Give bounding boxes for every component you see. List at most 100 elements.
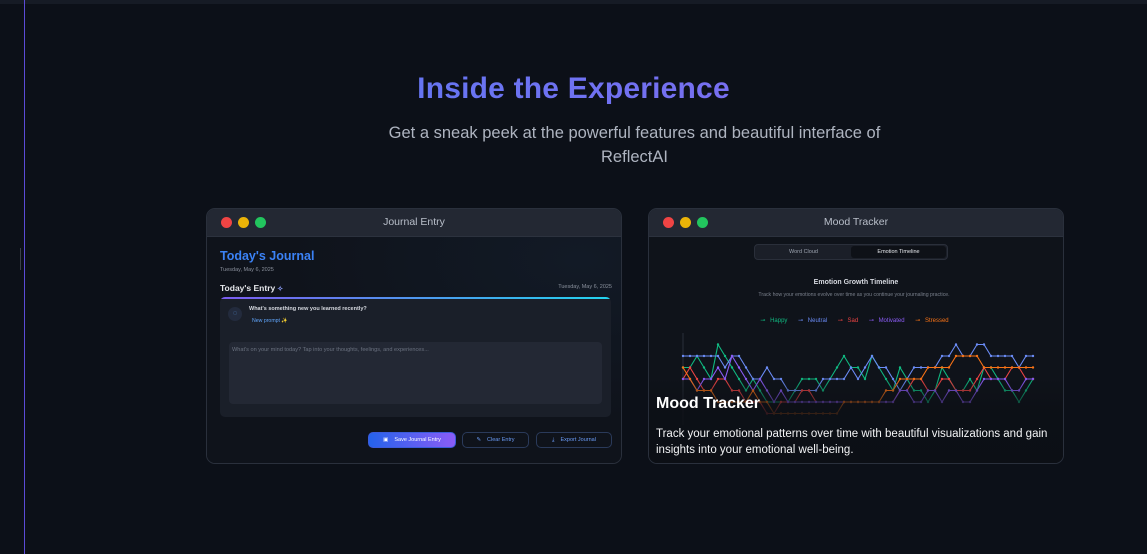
point-neutral-49 xyxy=(1024,354,1028,358)
point-stressed-37 xyxy=(940,366,944,369)
point-neutral-6 xyxy=(723,366,727,369)
point-neutral-33 xyxy=(912,366,916,369)
journal-body: Today's Journal Tuesday, May 6, 2025 Tod… xyxy=(207,237,621,463)
point-stressed-49 xyxy=(1024,366,1028,369)
point-happy-3 xyxy=(702,366,706,369)
point-neutral-29 xyxy=(884,366,888,369)
tab-emotion-timeline[interactable]: Emotion Timeline xyxy=(851,246,946,258)
point-neutral-39 xyxy=(954,343,958,346)
point-neutral-27 xyxy=(870,354,874,358)
legend-neutral[interactable]: ⊸ Neutral xyxy=(798,318,830,324)
point-stressed-0 xyxy=(681,366,685,369)
entry-date: Tuesday, May 6, 2025 xyxy=(558,284,612,290)
point-stressed-48 xyxy=(1017,366,1021,369)
card-gradient-bar xyxy=(220,297,611,299)
point-stressed-50 xyxy=(1031,366,1035,369)
point-neutral-0 xyxy=(681,354,685,358)
point-neutral-50 xyxy=(1031,354,1035,358)
mood-window-title: Mood Tracker xyxy=(823,216,889,228)
export-label: Export Journal xyxy=(560,437,596,443)
point-neutral-24 xyxy=(849,366,853,369)
new-prompt-link[interactable]: New prompt ✨ xyxy=(252,318,288,324)
point-neutral-12 xyxy=(765,366,769,369)
point-neutral-44 xyxy=(989,354,993,358)
pencil-icon: ✎ xyxy=(476,437,482,443)
point-neutral-47 xyxy=(1010,354,1014,358)
overlay-title: Mood Tracker xyxy=(656,395,761,412)
save-icon: ▣ xyxy=(383,437,389,443)
chart-title: Emotion Growth Timeline xyxy=(813,279,899,286)
legend-happy-label: Happy xyxy=(770,318,788,324)
save-label: Save Journal Entry xyxy=(394,437,441,443)
point-neutral-8 xyxy=(737,354,741,358)
legend-stressed[interactable]: ⊸ Stressed xyxy=(915,318,951,324)
point-sad-1 xyxy=(688,366,692,369)
point-happy-6 xyxy=(723,354,727,358)
journal-date: Tuesday, May 6, 2025 xyxy=(220,267,274,273)
entry-title: Today's Entry ✧ xyxy=(220,283,283,293)
legend-happy[interactable]: ⊸ Happy xyxy=(760,318,790,324)
journal-window: Journal Entry Today's Journal Tuesday, M… xyxy=(206,208,622,464)
point-happy-22 xyxy=(835,366,839,369)
download-icon: ⤓ xyxy=(552,437,555,443)
point-happy-25 xyxy=(856,366,860,369)
point-happy-7 xyxy=(730,366,734,369)
save-journal-button[interactable]: ▣ Save Journal Entry xyxy=(368,432,456,448)
point-stressed-40 xyxy=(961,354,965,358)
point-neutral-3 xyxy=(702,354,706,358)
point-neutral-2 xyxy=(695,354,699,358)
point-motivated-5 xyxy=(716,366,720,369)
entry-title-text: Today's Entry xyxy=(220,283,276,293)
point-happy-23 xyxy=(842,354,846,358)
entry-card: ◌ What's something new you learned recen… xyxy=(220,297,611,417)
top-bar xyxy=(0,0,1147,4)
resize-handle[interactable] xyxy=(20,248,21,270)
journal-window-title: Journal Entry xyxy=(383,216,445,228)
point-stressed-43 xyxy=(982,366,986,369)
point-neutral-26 xyxy=(863,366,867,369)
legend-motivated-label: Motivated xyxy=(878,318,905,324)
point-stressed-41 xyxy=(968,354,972,358)
point-neutral-28 xyxy=(877,366,881,369)
point-stressed-44 xyxy=(989,366,993,369)
mood-window: Mood Tracker Word Cloud Emotion Timeline… xyxy=(648,208,1064,464)
legend-sad-label: Sad xyxy=(847,318,859,324)
clear-label: Clear Entry xyxy=(487,437,515,443)
point-neutral-4 xyxy=(709,354,713,358)
point-stressed-38 xyxy=(947,366,951,369)
point-neutral-46 xyxy=(1003,354,1007,358)
export-journal-button[interactable]: ⤓ Export Journal xyxy=(536,432,612,448)
point-stressed-42 xyxy=(975,354,979,358)
point-stressed-39 xyxy=(954,354,958,358)
prompt-question: What's something new you learned recentl… xyxy=(249,306,367,312)
lightbulb-icon: ◌ xyxy=(228,307,242,321)
legend-sad[interactable]: ⊸ Sad xyxy=(838,318,861,324)
legend-motivated[interactable]: ⊸ Motivated xyxy=(869,318,908,324)
sparkle-icon: ✧ xyxy=(277,286,284,293)
legend-neutral-label: Neutral xyxy=(807,318,828,324)
point-stressed-46 xyxy=(1003,366,1007,369)
legend-stressed-label: Stressed xyxy=(924,318,949,324)
chart-subtitle: Track how your emotions evolve over time… xyxy=(758,292,950,298)
point-neutral-9 xyxy=(744,366,748,369)
point-stressed-36 xyxy=(933,366,937,369)
point-neutral-45 xyxy=(996,354,1000,358)
point-happy-5 xyxy=(716,343,720,346)
mood-body: Word Cloud Emotion Timeline Emotion Grow… xyxy=(649,237,1063,463)
journal-textarea[interactable]: What's on your mind today? Tap into your… xyxy=(229,342,602,404)
point-motivated-7 xyxy=(730,354,734,358)
point-happy-31 xyxy=(898,366,902,369)
clear-entry-button[interactable]: ✎ Clear Entry xyxy=(462,432,529,448)
point-neutral-42 xyxy=(975,343,979,346)
mood-tabs: Word Cloud Emotion Timeline xyxy=(754,244,948,260)
point-neutral-38 xyxy=(947,354,951,358)
chart-legend: ⊸ Happy ⊸ Neutral ⊸ Sad ⊸ Motivated ⊸ St… xyxy=(649,317,1063,324)
section-subtitle: Get a sneak peek at the powerful feature… xyxy=(388,124,881,166)
overlay-description: Track your emotional patterns over time … xyxy=(656,428,1048,456)
tab-word-cloud[interactable]: Word Cloud xyxy=(757,246,850,258)
mood-titlebar: Mood Tracker xyxy=(649,209,1063,237)
section-title: Inside the Experience xyxy=(0,72,1147,106)
point-neutral-43 xyxy=(982,343,986,346)
journal-titlebar: Journal Entry xyxy=(207,209,621,237)
point-neutral-1 xyxy=(688,354,692,358)
